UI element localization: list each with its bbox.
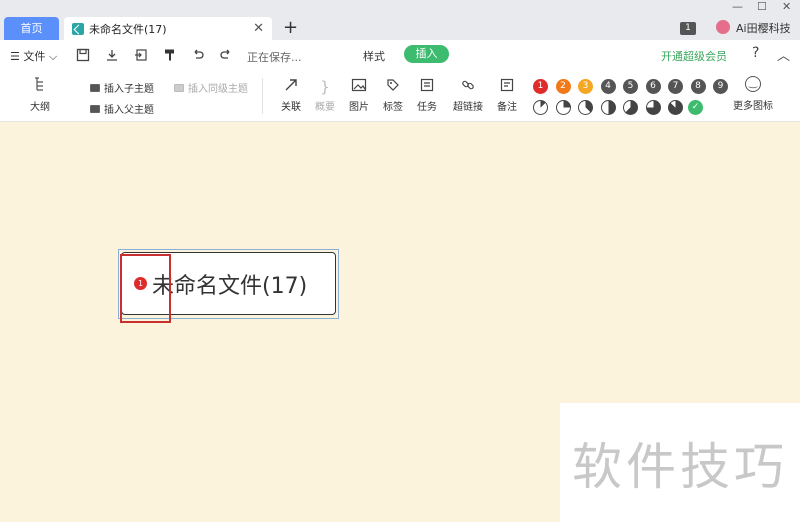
- image-icon: [348, 76, 370, 98]
- progress-7-icon[interactable]: [668, 100, 683, 115]
- task-button[interactable]: 任务: [416, 76, 438, 113]
- progress-2-icon[interactable]: [555, 100, 571, 115]
- save-icon[interactable]: [75, 47, 91, 63]
- relation-label: 关联: [281, 102, 301, 113]
- central-topic-text: 未命名文件(17): [152, 273, 308, 299]
- priority-9-icon[interactable]: 9: [713, 79, 728, 94]
- highlight-box: [120, 254, 171, 323]
- progress-3-icon[interactable]: [578, 100, 593, 115]
- task-icon: [416, 76, 438, 98]
- progress-6-icon[interactable]: [645, 100, 661, 115]
- watermark: 软件技巧: [560, 403, 800, 522]
- note-button[interactable]: 备注: [496, 76, 518, 113]
- maximize-button[interactable]: ☐: [757, 0, 767, 13]
- tag-label: 标签: [383, 102, 403, 113]
- image-button[interactable]: 图片: [348, 76, 370, 113]
- priority-8-icon[interactable]: 8: [690, 79, 706, 94]
- priority-7-icon[interactable]: 7: [668, 79, 683, 94]
- format-painter-icon[interactable]: [162, 47, 178, 63]
- link-icon: [452, 76, 484, 98]
- export-icon[interactable]: [133, 47, 149, 63]
- progress-1-icon[interactable]: [533, 100, 548, 115]
- undo-icon[interactable]: [190, 47, 206, 63]
- note-label: 备注: [497, 102, 517, 113]
- tab-insert[interactable]: 插入: [404, 45, 449, 63]
- tag-icon: [382, 76, 404, 98]
- minimize-button[interactable]: —: [732, 0, 743, 13]
- hyperlink-button[interactable]: 超链接: [452, 76, 484, 113]
- outline-icon: [28, 76, 52, 98]
- page-count-badge[interactable]: 1: [680, 22, 696, 35]
- mindmap-canvas[interactable]: 未命名文件(17) 1 软件技巧: [0, 123, 800, 522]
- outline-button[interactable]: 大纲: [28, 76, 52, 113]
- tab-document[interactable]: 未命名文件(17) ✕: [64, 17, 272, 40]
- smiley-icon: ‿: [745, 76, 761, 92]
- summary-label: 概要: [315, 102, 335, 113]
- priority-5-icon[interactable]: 5: [623, 79, 638, 94]
- child-topic-icon: [90, 83, 100, 92]
- mindmap-doc-icon: [72, 22, 84, 35]
- new-tab-button[interactable]: +: [283, 17, 298, 39]
- task-label: 任务: [417, 102, 437, 113]
- avatar[interactable]: [716, 20, 730, 34]
- priority-3-icon[interactable]: 3: [578, 79, 593, 94]
- priority-2-icon[interactable]: 2: [555, 79, 571, 94]
- user-name[interactable]: Ai田樱科技: [736, 20, 791, 36]
- insert-child-topic-button[interactable]: 插入子主题: [90, 80, 154, 95]
- task-complete-icon[interactable]: ✓: [688, 100, 703, 115]
- insert-sibling-topic-button[interactable]: 插入同级主题: [174, 80, 248, 95]
- priority-4-icon[interactable]: 4: [600, 79, 616, 94]
- close-tab-icon[interactable]: ✕: [253, 21, 264, 36]
- summary-brace-icon: }: [320, 78, 330, 96]
- relation-button[interactable]: 关联: [280, 76, 302, 113]
- toolbar: ☰ 文件 ⌵ 正在保存... 样式 插入 开通超级会员 ? ︿ 大纲 插入子主题…: [0, 40, 800, 122]
- progress-5-icon[interactable]: [623, 100, 638, 115]
- tag-button[interactable]: 标签: [382, 76, 404, 113]
- vip-upgrade-link[interactable]: 开通超级会员: [661, 48, 727, 64]
- more-icons-label: 更多图标: [733, 101, 773, 112]
- hyperlink-label: 超链接: [453, 102, 483, 113]
- insert-child-label: 插入子主题: [104, 84, 154, 95]
- outline-label: 大纲: [30, 102, 50, 113]
- insert-parent-label: 插入父主题: [104, 105, 154, 116]
- help-icon[interactable]: ?: [752, 45, 759, 61]
- priority-6-icon[interactable]: 6: [645, 79, 661, 94]
- redo-icon[interactable]: [218, 47, 234, 63]
- close-window-button[interactable]: ✕: [782, 0, 791, 13]
- relation-arrow-icon: [280, 76, 302, 98]
- divider: [262, 78, 263, 114]
- collapse-ribbon-icon[interactable]: ︿: [777, 45, 790, 64]
- file-menu[interactable]: ☰ 文件 ⌵: [10, 48, 57, 64]
- download-icon[interactable]: [104, 47, 120, 63]
- tab-document-label: 未命名文件(17): [89, 22, 167, 36]
- parent-topic-icon: [90, 104, 100, 113]
- saving-status: 正在保存...: [247, 51, 302, 64]
- ribbon-row: 大纲 插入子主题 插入同级主题 插入父主题 关联 } 概要 图片 标签 任务 超…: [0, 70, 800, 122]
- menu-row: ☰ 文件 ⌵ 正在保存... 样式 插入 开通超级会员 ? ︿: [0, 40, 800, 70]
- insert-sibling-label: 插入同级主题: [188, 84, 248, 95]
- progress-4-icon[interactable]: [600, 100, 616, 115]
- tab-bar: 首页 未命名文件(17) ✕ + — ☐ ✕ 1 Ai田樱科技: [0, 0, 800, 40]
- sibling-topic-icon: [174, 83, 184, 92]
- insert-parent-topic-button[interactable]: 插入父主题: [90, 101, 154, 116]
- image-label: 图片: [349, 102, 369, 113]
- note-icon: [496, 76, 518, 98]
- summary-button[interactable]: } 概要: [314, 76, 336, 113]
- more-icons-button[interactable]: ‿ 更多图标: [733, 76, 773, 112]
- priority-1-icon[interactable]: 1: [533, 79, 548, 94]
- tab-style[interactable]: 样式: [363, 48, 385, 64]
- tab-home[interactable]: 首页: [4, 17, 59, 40]
